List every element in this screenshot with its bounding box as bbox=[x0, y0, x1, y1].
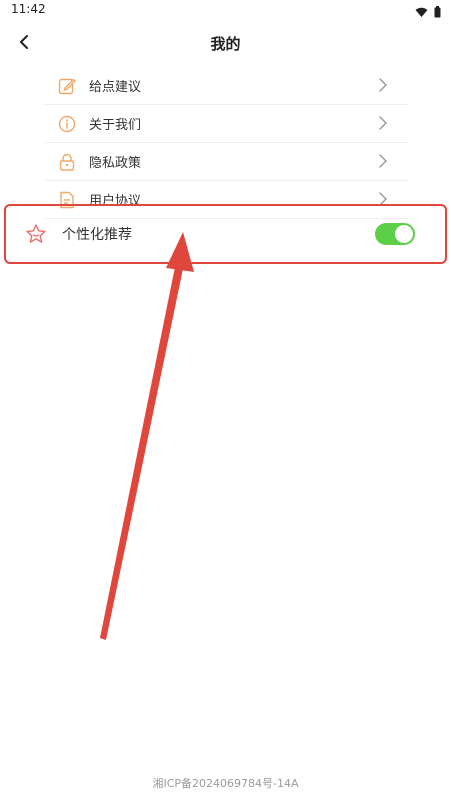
status-time: 11:42 bbox=[11, 2, 46, 16]
menu-item-about[interactable]: 关于我们 bbox=[45, 105, 408, 143]
status-bar: 11:42 bbox=[0, 0, 451, 20]
wifi-icon bbox=[415, 3, 428, 22]
star-icon bbox=[24, 222, 48, 246]
menu-item-feedback[interactable]: 给点建议 bbox=[45, 67, 408, 105]
settings-menu: 给点建议 关于我们 隐私政策 用户协议 bbox=[45, 67, 408, 219]
menu-item-label: 关于我们 bbox=[89, 118, 142, 133]
menu-item-privacy[interactable]: 隐私政策 bbox=[45, 143, 408, 181]
lock-icon bbox=[57, 152, 77, 172]
personalized-recommendation-toggle[interactable] bbox=[375, 223, 415, 245]
screen: 11:42 我的 给点建议 关于我们 隐私政策 用户协议 个性化推荐 湘ICP备… bbox=[0, 0, 451, 803]
personalized-recommendation-row: 个性化推荐 bbox=[4, 204, 447, 264]
personalized-recommendation-label: 个性化推荐 bbox=[62, 227, 132, 243]
chevron-right-icon bbox=[379, 154, 387, 168]
toggle-knob bbox=[395, 225, 413, 243]
chevron-right-icon bbox=[379, 78, 387, 92]
status-icons bbox=[415, 3, 441, 22]
icp-footer: 湘ICP备2024069784号-14A bbox=[152, 777, 299, 790]
chevron-right-icon bbox=[379, 116, 387, 130]
menu-item-label: 隐私政策 bbox=[89, 156, 142, 171]
header: 我的 bbox=[0, 24, 451, 64]
info-icon bbox=[57, 114, 77, 134]
battery-icon bbox=[434, 3, 441, 22]
page-title: 我的 bbox=[210, 35, 241, 53]
menu-item-label: 给点建议 bbox=[89, 80, 142, 95]
edit-icon bbox=[57, 76, 77, 96]
